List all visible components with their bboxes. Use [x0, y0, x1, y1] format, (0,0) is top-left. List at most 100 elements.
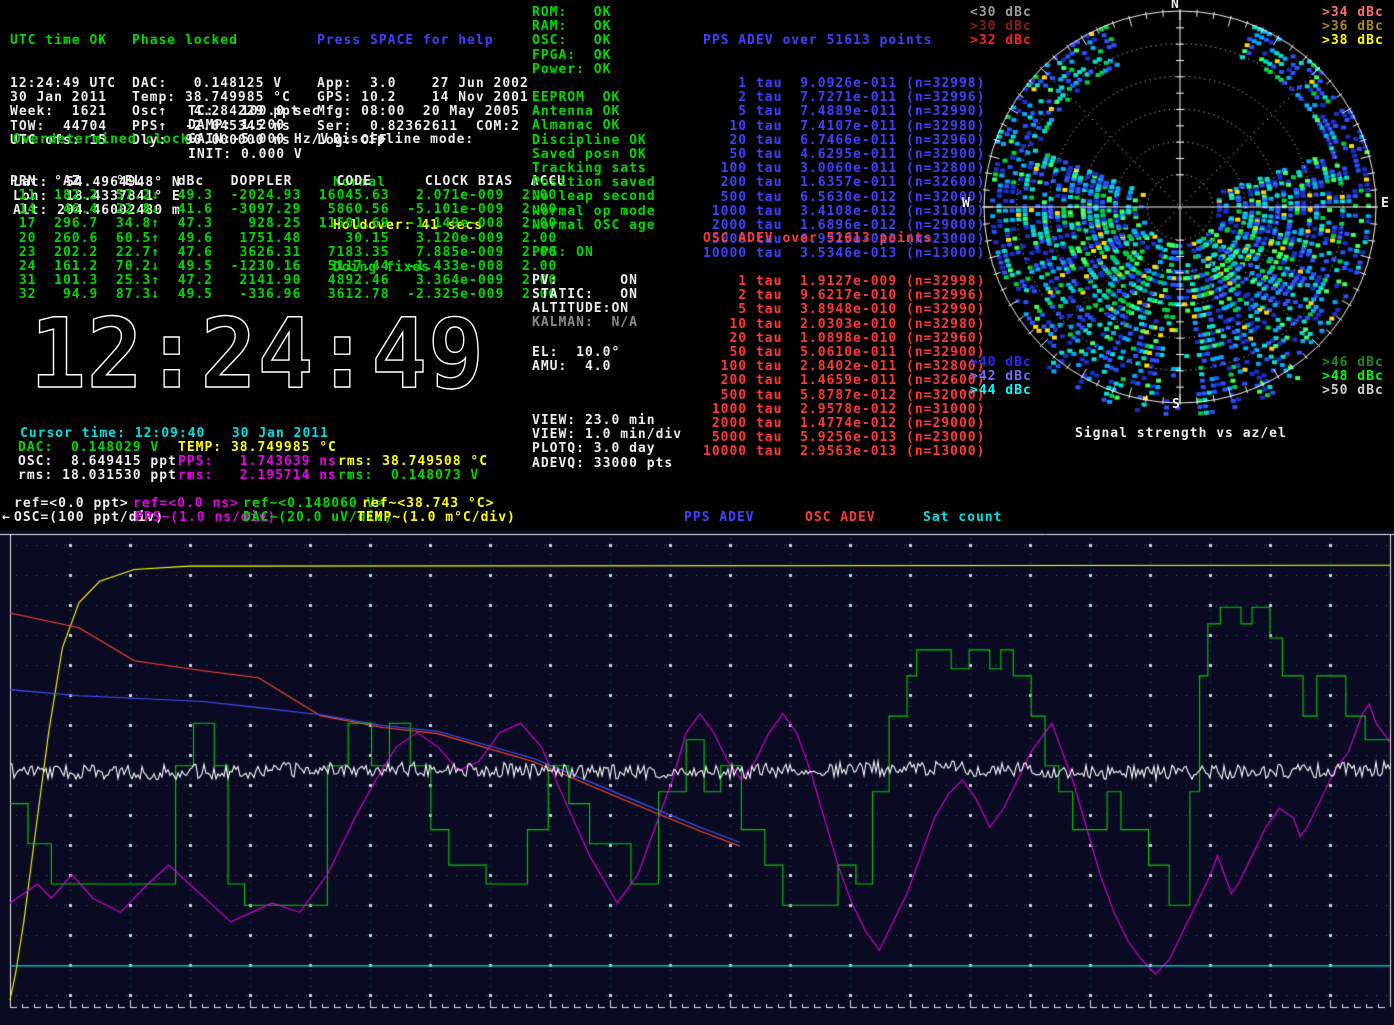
health-line: No leap second — [532, 190, 656, 204]
sat-table: 11 182.2 57.2↓ 49.3 -2024.93 16045.63 2.… — [10, 189, 557, 303]
big-digital-clock-text: 12:24:49 — [30, 307, 485, 403]
pps-adev-title: PPS ADEV over 51613 points — [703, 34, 985, 48]
osc-adev-row: 2000 tau 1.4774e-012 (n=29000) — [703, 417, 985, 431]
osc-adev-row: 50 tau 5.0610e-011 (n=32900) — [703, 346, 985, 360]
amu-mask: AMU: 4.0 — [532, 360, 611, 374]
help-hint[interactable]: Press SPACE for help — [317, 34, 529, 48]
dbc-legend-item: >40 dBc — [970, 356, 1032, 370]
pps-adev-row: 5 tau 7.4889e-011 (n=32990) — [703, 105, 985, 119]
health-line: Tracking sats — [532, 162, 656, 176]
view-line: PLOTQ: 3.0 day — [532, 442, 682, 456]
view-line: VIEW: 23.0 min — [532, 414, 682, 428]
loop-param-line: GAIN:-5.000 Hz/V — [188, 133, 329, 147]
compass-west: W — [962, 197, 971, 211]
temp-scale: TEMP~(1.0 m°C/div) — [357, 511, 516, 525]
rms-pps: rms: 2.195714 ns — [178, 469, 337, 483]
loop-params-block: TC: 100.0 secDAMP: 1.200GAIN:-5.000 Hz/V… — [188, 105, 329, 162]
dbc-legend-top-right: >34 dBc>36 dBc>38 dBc — [1322, 6, 1384, 49]
dbc-legend-item: >34 dBc — [1322, 6, 1384, 20]
osc-adev-row: 2 tau 9.6217e-010 (n=32996) — [703, 289, 985, 303]
osc-adev-title: OSC ADEV over 51613 points — [703, 232, 985, 246]
sat-table-row: 17 296.7 34.8↑ 47.3 928.25 11501.69 -1.1… — [10, 217, 557, 231]
health-line: Almanac OK — [532, 119, 656, 133]
dbc-legend-item: >42 dBc — [970, 370, 1032, 384]
osc-adev-row: 5000 tau 5.9256e-013 (n=23000) — [703, 431, 985, 445]
help-line: GPS: 10.2 14 Nov 2001 — [317, 91, 529, 105]
health-line: Antenna OK — [532, 105, 656, 119]
health-line: Saved posn OK — [532, 148, 656, 162]
pps-onoff: PPS: ON — [532, 246, 594, 260]
receiver-status-line: FPGA: OK — [532, 49, 611, 63]
loop-param-line: TC: 100.0 sec — [188, 105, 329, 119]
utc-status: UTC time OK — [10, 34, 116, 48]
dbc-legend-item: >46 dBc — [1322, 356, 1384, 370]
view-line: ADEVQ: 33000 pts — [532, 457, 682, 471]
health-line: Normal OSC age — [532, 219, 656, 233]
loop-param-line: DAMP: 1.200 — [188, 119, 329, 133]
osc-adev-row: 10000 tau 2.9563e-013 (n=13000) — [703, 445, 985, 459]
help-line: App: 3.0 27 Jun 2002 — [317, 77, 529, 91]
pps-adev-row: 500 tau 6.5630e-012 (n=32000) — [703, 191, 985, 205]
dbc-legend-bottom-right: >46 dBc>48 dBc>50 dBc — [1322, 356, 1384, 399]
sat-table-row: 32 94.9 87.3↓ 49.5 -336.96 3612.78 -2.32… — [10, 288, 557, 302]
osc-adev-row: 100 tau 2.8402e-011 (n=32800) — [703, 360, 985, 374]
dbc-legend-item: >48 dBc — [1322, 370, 1384, 384]
receiver-status-line: Power: OK — [532, 63, 611, 77]
sat-table-row: 20 260.6 60.5↑ 49.6 1751.48 30.15 3.120e… — [10, 232, 557, 246]
phase-line: DAC: 0.148125 V — [132, 77, 300, 91]
compass-east: E — [1381, 197, 1390, 211]
position-title: Overdetermined clock — [13, 133, 190, 147]
receiver-status-line: ROM: OK — [532, 6, 611, 20]
legend-sat-count: Sat count — [923, 511, 1002, 525]
scroll-left-arrow[interactable]: ← — [2, 511, 11, 525]
sat-table-row: 11 182.2 57.2↓ 49.3 -2024.93 16045.63 2.… — [10, 189, 557, 203]
pps-adev-row: 50 tau 4.6295e-011 (n=32900) — [703, 148, 985, 162]
view-block: VIEW: 23.0 minVIEW: 1.0 min/divPLOTQ: 3.… — [532, 414, 682, 471]
dbc-legend-top-left: <30 dBc>30 dBc>32 dBc — [970, 6, 1032, 49]
health-line: Discipline OK — [532, 134, 656, 148]
legend-osc-adev: OSC ADEV — [805, 511, 876, 525]
health-block: EEPROM OKAntenna OKAlmanac OKDiscipline … — [532, 91, 656, 233]
view-line: VIEW: 1.0 min/div — [532, 428, 682, 442]
receiver-status-line: OSC: OK — [532, 34, 611, 48]
sat-table-row: 23 202.2 22.7↑ 47.6 3626.31 7183.35 7.88… — [10, 246, 557, 260]
dbc-legend-item: >38 dBc — [1322, 34, 1384, 48]
osc-adev-row: 200 tau 1.4659e-011 (n=32600) — [703, 374, 985, 388]
receiver-status-block: ROM: OKRAM: OKOSC: OKFPGA: OKPower: OK — [532, 6, 611, 77]
utc-line: 30 Jan 2011 — [10, 91, 116, 105]
dbc-legend-item: <30 dBc — [970, 6, 1032, 20]
utc-line: 12:24:49 UTC — [10, 77, 116, 91]
health-line: EEPROM OK — [532, 91, 656, 105]
pps-adev-row: 200 tau 1.6357e-011 (n=32600) — [703, 176, 985, 190]
pps-adev-row: 2 tau 7.7271e-011 (n=32996) — [703, 91, 985, 105]
dbc-legend-item: >30 dBc — [970, 20, 1032, 34]
discipline-title: Discipline mode: — [333, 133, 483, 147]
pps-adev-row: 10 tau 7.4107e-011 (n=32980) — [703, 120, 985, 134]
dbc-legend-bottom-left: >40 dBc>42 dBc>44 dBc — [970, 356, 1032, 399]
kalman-state: KALMAN: N/A — [532, 316, 638, 330]
pps-adev-row: 20 tau 6.7466e-011 (n=32960) — [703, 134, 985, 148]
dbc-legend-item: >50 dBc — [1322, 384, 1384, 398]
sat-table-row: 31 101.3 25.3↑ 47.2 2141.90 4892.46 3.36… — [10, 274, 557, 288]
osc-adev-row: 20 tau 1.0898e-010 (n=32960) — [703, 332, 985, 346]
compass-north: N — [1171, 0, 1180, 12]
osc-adev-row: 5 tau 3.8948e-010 (n=32990) — [703, 303, 985, 317]
osc-adev-row: 1 tau 1.9127e-009 (n=32998) — [703, 275, 985, 289]
receiver-status-line: RAM: OK — [532, 20, 611, 34]
dbc-legend-item: >44 dBc — [970, 384, 1032, 398]
sat-table-row: 24 161.2 70.2↓ 49.5 -1230.16 5117.44 -1.… — [10, 260, 557, 274]
sat-table-row: 14 46.4 22.8↓ 41.6 -3097.29 5860.56 -5.1… — [10, 203, 557, 217]
osc-adev-rows: 1 tau 1.9127e-009 (n=32998) 2 tau 9.6217… — [703, 275, 985, 460]
rms-dac: rms: 0.148073 V — [338, 469, 479, 483]
compass-south: S — [1172, 398, 1181, 412]
dbc-legend-item: >36 dBc — [1322, 20, 1384, 34]
phase-status: Phase locked — [132, 34, 300, 48]
health-line: Normal op mode — [532, 205, 656, 219]
osc-adev-row: 1000 tau 2.9578e-012 (n=31000) — [703, 403, 985, 417]
pps-adev-row: 1 tau 9.0926e-011 (n=32998) — [703, 77, 985, 91]
main-plot-canvas[interactable] — [0, 530, 1394, 1025]
big-digital-clock: 12:24:49 — [28, 307, 493, 403]
osc-adev-row: 500 tau 5.8787e-012 (n=32000) — [703, 389, 985, 403]
dbc-legend-item: >32 dBc — [970, 34, 1032, 48]
rms-osc: rms: 18.031530 ppt — [18, 469, 177, 483]
